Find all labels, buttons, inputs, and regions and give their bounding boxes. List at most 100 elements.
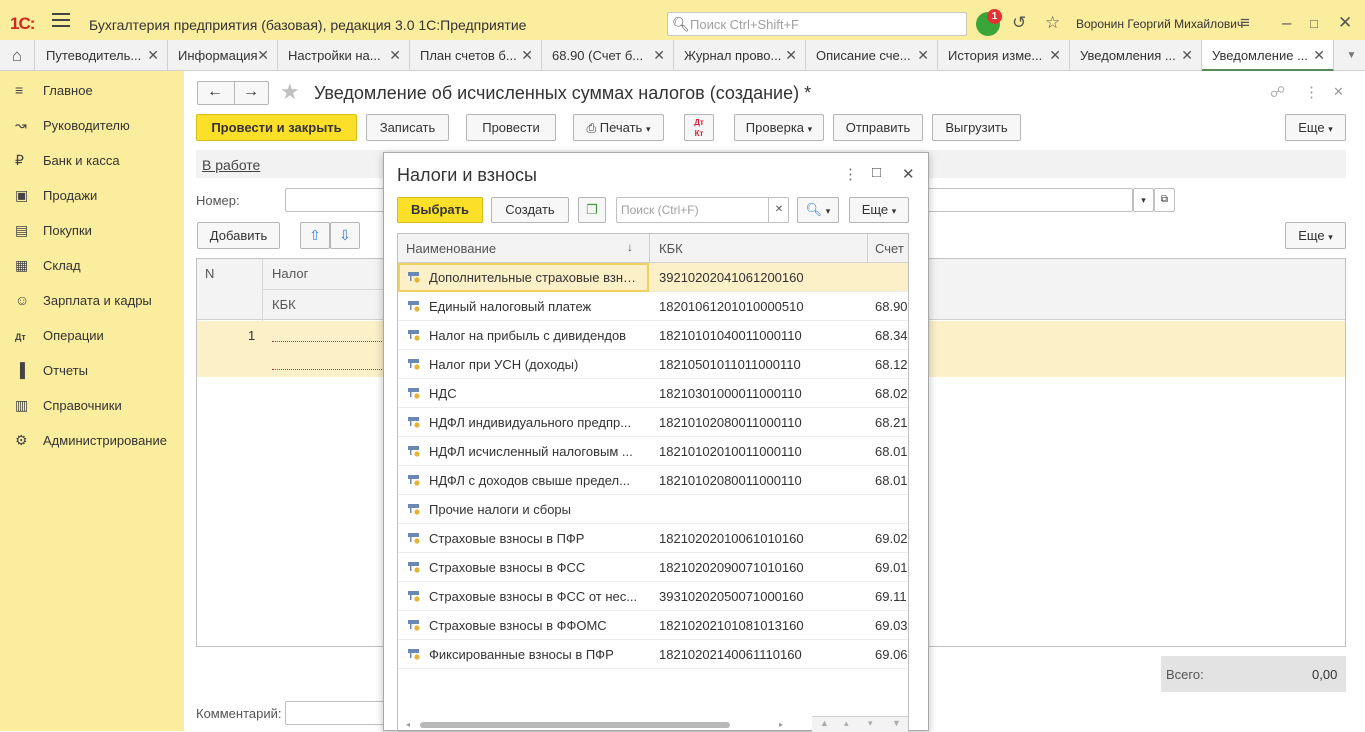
create-button[interactable]: Создать <box>491 197 569 223</box>
last-page-icon[interactable]: ▼ <box>892 718 901 728</box>
tax-cell-empty[interactable] <box>272 341 382 342</box>
tab-settings[interactable]: Настройки на... ✕ <box>278 40 410 71</box>
close-icon[interactable]: ✕ <box>521 40 533 71</box>
list-item[interactable]: Налог при УСН (доходы) 182105010110110001… <box>398 350 908 379</box>
tab-guide[interactable]: Путеводитель... ✕ <box>36 40 168 71</box>
previous-page-icon[interactable]: ▴ <box>844 718 849 729</box>
sidebar-item-operations[interactable]: Дт Операции <box>15 318 104 353</box>
select-button[interactable]: Выбрать <box>397 197 483 223</box>
column-account-header[interactable]: Счет <box>875 241 904 256</box>
next-page-icon[interactable]: ▾ <box>868 718 873 729</box>
back-arrow-icon[interactable]: ← <box>207 83 223 101</box>
list-item[interactable]: Страховые взносы в ФСС от нес... 39310202… <box>398 582 908 611</box>
more-vertical-icon[interactable]: ⋮ <box>843 165 858 183</box>
check-button[interactable]: Проверка ▾ <box>734 114 824 141</box>
favorites-star-icon[interactable]: ☆ <box>1045 13 1060 33</box>
add-button[interactable]: Добавить <box>197 222 280 249</box>
tab-notification-active[interactable]: Уведомление ... ✕ <box>1202 40 1334 71</box>
sidebar-item-main[interactable]: ≡ Главное <box>15 73 93 108</box>
home-tab-icon[interactable]: ⌂ <box>0 40 35 71</box>
list-item[interactable]: Страховые взносы в ПФР 182102020100610101… <box>398 524 908 553</box>
dialog-more-button[interactable]: Еще ▾ <box>849 197 909 223</box>
open-icon[interactable]: ⧉ <box>1154 188 1175 212</box>
sidebar-item-purchases[interactable]: ▤ Покупки <box>15 213 92 248</box>
tab-account-description[interactable]: Описание сче... ✕ <box>806 40 938 71</box>
organization-field[interactable] <box>928 188 1133 212</box>
sidebar-item-catalogs[interactable]: ▥ Справочники <box>15 388 122 423</box>
dropdown-icon[interactable]: ▾ <box>1133 188 1154 212</box>
list-item[interactable]: Дополнительные страховые взно... 39210202… <box>398 263 908 292</box>
clear-search-icon[interactable]: ✕ <box>768 198 789 222</box>
list-item[interactable]: НДФЛ исчисленный налоговым ... 1821010201… <box>398 437 908 466</box>
column-name-header[interactable]: Наименование <box>406 241 496 256</box>
maximize-icon[interactable]: □ <box>872 164 881 181</box>
list-item[interactable]: Единый налоговый платеж 18201061201010000… <box>398 292 908 321</box>
more-table-button[interactable]: Еще ▾ <box>1285 222 1346 249</box>
send-button[interactable]: Отправить <box>833 114 923 141</box>
sidebar-item-admin[interactable]: ⚙ Администрирование <box>15 423 167 458</box>
move-down-icon[interactable]: ⇩ <box>330 222 360 249</box>
list-item[interactable]: Страховые взносы в ФФОМС 1821020210108101… <box>398 611 908 640</box>
settings-menu-icon[interactable]: ≡ <box>1240 13 1250 33</box>
close-icon[interactable]: ✕ <box>917 40 929 71</box>
list-item[interactable]: Страховые взносы в ФСС 182102020900710101… <box>398 553 908 582</box>
export-button[interactable]: Выгрузить <box>932 114 1021 141</box>
close-icon[interactable]: ✕ <box>147 40 159 71</box>
close-icon[interactable]: ✕ <box>1181 40 1193 71</box>
favorite-star-icon[interactable]: ★ <box>280 79 300 105</box>
scroll-right-icon[interactable]: ▸ <box>779 720 783 729</box>
more-button[interactable]: Еще ▾ <box>1285 114 1346 141</box>
sidebar-item-manager[interactable]: ↝ Руководителю <box>15 108 130 143</box>
forward-arrow-icon[interactable]: → <box>243 83 259 101</box>
close-icon[interactable]: ✕ <box>257 40 269 71</box>
more-vertical-icon[interactable]: ⋮ <box>1304 83 1319 101</box>
link-icon[interactable]: ☍ <box>1270 83 1285 101</box>
hamburger-menu-icon[interactable] <box>52 13 70 27</box>
post-button[interactable]: Провести <box>466 114 556 141</box>
tab-journal[interactable]: Журнал прово... ✕ <box>674 40 806 71</box>
scroll-left-icon[interactable]: ◂ <box>406 720 410 729</box>
dialog-search-input[interactable]: Поиск (Ctrl+F) ✕ <box>616 197 789 223</box>
copy-icon[interactable]: ❐ <box>578 197 606 223</box>
tab-information[interactable]: Информация ✕ <box>168 40 278 71</box>
tab-change-history[interactable]: История изме... ✕ <box>938 40 1070 71</box>
first-page-icon[interactable]: ▲ <box>820 718 829 728</box>
tabs-scroll-down-icon[interactable]: ▼ <box>1338 40 1365 71</box>
close-form-icon[interactable]: ✕ <box>1333 84 1344 100</box>
close-icon[interactable]: ✕ <box>389 40 401 71</box>
status-link[interactable]: В работе <box>202 157 260 173</box>
close-icon[interactable]: ✕ <box>1313 40 1325 69</box>
list-item[interactable]: Фиксированные взносы в ПФР 18210202140061… <box>398 640 908 669</box>
comment-field[interactable] <box>285 701 385 725</box>
current-user-name[interactable]: Воронин Георгий Михайлович <box>1076 17 1243 31</box>
tab-account-6890[interactable]: 68.90 (Счет б... ✕ <box>542 40 674 71</box>
dt-kt-postings-button[interactable]: Дт Кт <box>684 114 714 141</box>
maximize-window-icon[interactable]: □ <box>1310 16 1318 31</box>
number-field[interactable] <box>285 188 385 212</box>
tab-notifications[interactable]: Уведомления ... ✕ <box>1070 40 1202 71</box>
close-icon[interactable]: ✕ <box>653 40 665 71</box>
print-button[interactable]: ⎙ Печать ▾ <box>573 114 664 141</box>
minimize-window-icon[interactable]: – <box>1282 13 1291 33</box>
search-options-button[interactable]: 🔍︎ ▾ <box>797 197 839 223</box>
save-button[interactable]: Записать <box>366 114 449 141</box>
move-up-icon[interactable]: ⇧ <box>300 222 330 249</box>
kbk-cell-empty[interactable] <box>272 369 382 370</box>
list-item[interactable]: Налог на прибыль с дивидендов 18210101040… <box>398 321 908 350</box>
post-and-close-button[interactable]: Провести и закрыть <box>196 114 357 141</box>
tab-chart-of-accounts[interactable]: План счетов б... ✕ <box>410 40 542 71</box>
sidebar-item-warehouse[interactable]: ▦ Склад <box>15 248 81 283</box>
close-icon[interactable]: ✕ <box>1049 40 1061 71</box>
list-item[interactable]: НДС 18210301000011000110 68.02 <box>398 379 908 408</box>
sidebar-item-reports[interactable]: ▐ Отчеты <box>15 353 88 388</box>
sidebar-item-bank[interactable]: ₽ Банк и касса <box>15 143 120 178</box>
list-item[interactable]: Прочие налоги и сборы <box>398 495 908 524</box>
list-item[interactable]: НДФЛ с доходов свыше предел... 1821010208… <box>398 466 908 495</box>
close-icon[interactable]: ✕ <box>785 40 797 71</box>
sidebar-item-sales[interactable]: ▣ Продажи <box>15 178 97 213</box>
horizontal-scrollbar[interactable] <box>420 722 730 728</box>
close-icon[interactable]: ✕ <box>902 165 915 183</box>
column-kbk-header[interactable]: КБК <box>659 241 683 256</box>
global-search-input[interactable]: 🔍︎ Поиск Ctrl+Shift+F <box>667 12 967 36</box>
list-item[interactable]: НДФЛ индивидуального предпр... 1821010208… <box>398 408 908 437</box>
